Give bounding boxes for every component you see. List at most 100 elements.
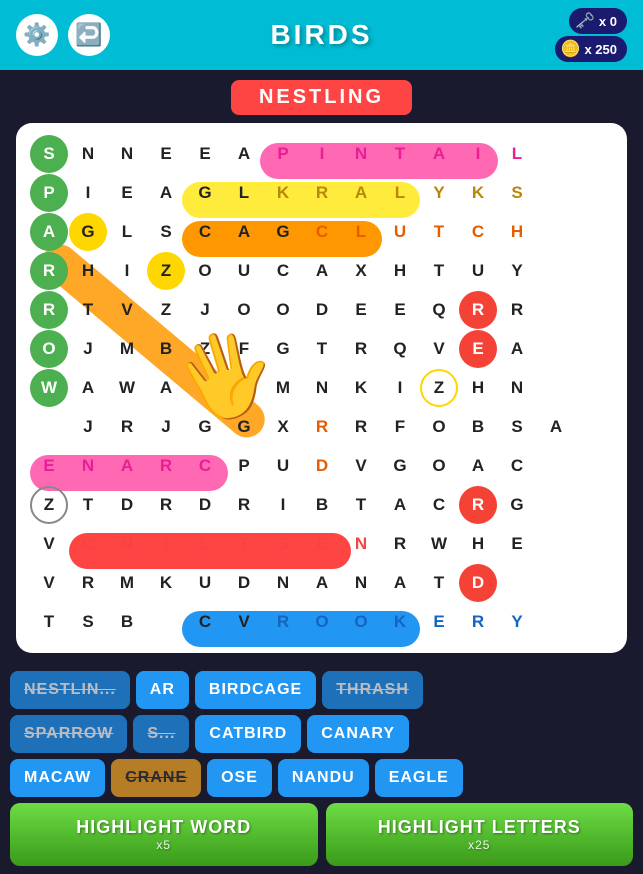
cell-0-7[interactable]: I	[303, 135, 341, 173]
cell-12-10[interactable]: E	[420, 603, 458, 641]
cell-6-5[interactable]: A	[225, 369, 263, 407]
cell-7-8[interactable]: R	[342, 408, 380, 446]
chip-sparrow[interactable]: SPARROW	[10, 715, 127, 753]
cell-1-11[interactable]: K	[459, 174, 497, 212]
cell-12-11[interactable]: R	[459, 603, 497, 641]
cell-2-10[interactable]: T	[420, 213, 458, 251]
cell-0-9[interactable]: T	[381, 135, 419, 173]
cell-4-9[interactable]: E	[381, 291, 419, 329]
cell-12-2[interactable]: B	[108, 603, 146, 641]
cell-8-1[interactable]: N	[69, 447, 107, 485]
cell-8-8[interactable]: V	[342, 447, 380, 485]
cell-10-0[interactable]: V	[30, 525, 68, 563]
cell-9-3[interactable]: R	[147, 486, 185, 524]
cell-9-10[interactable]: C	[420, 486, 458, 524]
cell-10-9[interactable]: R	[381, 525, 419, 563]
cell-12-1[interactable]: S	[69, 603, 107, 641]
cell-7-0[interactable]	[30, 408, 68, 446]
cell-12-3[interactable]	[147, 603, 185, 641]
cell-11-4[interactable]: U	[186, 564, 224, 602]
cell-11-10[interactable]: T	[420, 564, 458, 602]
chip-ar[interactable]: AR	[136, 671, 189, 709]
cell-5-6[interactable]: G	[264, 330, 302, 368]
cell-5-0[interactable]: O	[30, 330, 68, 368]
cell-7-4[interactable]: G	[186, 408, 224, 446]
cell-4-3[interactable]: Z	[147, 291, 185, 329]
chip-nandu[interactable]: NANDU	[278, 759, 369, 797]
cell-11-9[interactable]: A	[381, 564, 419, 602]
cell-5-4[interactable]: Z	[186, 330, 224, 368]
cell-7-12[interactable]: S	[498, 408, 536, 446]
cell-9-9[interactable]: A	[381, 486, 419, 524]
chip-catbird[interactable]: CATBIRD	[195, 715, 301, 753]
highlight-word-button[interactable]: HIGHLIGHT WORD x5	[10, 803, 318, 866]
cell-11-6[interactable]: N	[264, 564, 302, 602]
chip-nestling[interactable]: NESTLIN...	[10, 671, 130, 709]
cell-7-6[interactable]: X	[264, 408, 302, 446]
cell-4-1[interactable]: T	[69, 291, 107, 329]
cell-6-0[interactable]: W	[30, 369, 68, 407]
cell-9-1[interactable]: T	[69, 486, 107, 524]
cell-4-10[interactable]: Q	[420, 291, 458, 329]
cell-0-3[interactable]: E	[147, 135, 185, 173]
cell-5-2[interactable]: M	[108, 330, 146, 368]
cell-3-7[interactable]: A	[303, 252, 341, 290]
cell-12-12[interactable]: Y	[498, 603, 536, 641]
cell-7-9[interactable]: F	[381, 408, 419, 446]
cell-3-0[interactable]: R	[30, 252, 68, 290]
cell-1-3[interactable]: A	[147, 174, 185, 212]
cell-11-2[interactable]: M	[108, 564, 146, 602]
chip-birdcage[interactable]: BIRDCAGE	[195, 671, 316, 709]
cell-9-6[interactable]: I	[264, 486, 302, 524]
cell-10-5[interactable]: T	[225, 525, 263, 563]
cell-2-12[interactable]: H	[498, 213, 536, 251]
cell-5-11[interactable]: E	[459, 330, 497, 368]
chip-thrash[interactable]: THRASH	[322, 671, 423, 709]
cell-11-7[interactable]: A	[303, 564, 341, 602]
cell-11-3[interactable]: K	[147, 564, 185, 602]
cell-9-2[interactable]: D	[108, 486, 146, 524]
cell-2-4[interactable]: C	[186, 213, 224, 251]
back-button[interactable]: ↩️	[68, 14, 110, 56]
cell-12-6[interactable]: R	[264, 603, 302, 641]
cell-8-0[interactable]: E	[30, 447, 68, 485]
cell-12-9[interactable]: K	[381, 603, 419, 641]
cell-8-7[interactable]: D	[303, 447, 341, 485]
cell-2-2[interactable]: L	[108, 213, 146, 251]
chip-eagle[interactable]: EAGLE	[375, 759, 463, 797]
cell-1-1[interactable]: I	[69, 174, 107, 212]
cell-8-11[interactable]: A	[459, 447, 497, 485]
cell-10-8[interactable]: N	[342, 525, 380, 563]
cell-1-12[interactable]: S	[498, 174, 536, 212]
cell-10-11[interactable]: H	[459, 525, 497, 563]
cell-7-5[interactable]: G	[225, 408, 263, 446]
chip-macaw[interactable]: MACAW	[10, 759, 105, 797]
cell-11-11[interactable]: D	[459, 564, 497, 602]
cell-3-9[interactable]: H	[381, 252, 419, 290]
cell-7-2[interactable]: R	[108, 408, 146, 446]
cell-2-11[interactable]: C	[459, 213, 497, 251]
cell-4-12[interactable]: R	[498, 291, 536, 329]
cell-6-4[interactable]: C	[186, 369, 224, 407]
cell-12-4[interactable]: C	[186, 603, 224, 641]
cell-3-11[interactable]: U	[459, 252, 497, 290]
cell-3-2[interactable]: I	[108, 252, 146, 290]
cell-1-7[interactable]: R	[303, 174, 341, 212]
cell-5-1[interactable]: J	[69, 330, 107, 368]
cell-12-8[interactable]: O	[342, 603, 380, 641]
cell-3-1[interactable]: H	[69, 252, 107, 290]
cell-2-7[interactable]: C	[303, 213, 341, 251]
cell-9-5[interactable]: R	[225, 486, 263, 524]
cell-6-2[interactable]: W	[108, 369, 146, 407]
cell-3-12[interactable]: Y	[498, 252, 536, 290]
cell-0-2[interactable]: N	[108, 135, 146, 173]
cell-1-9[interactable]: L	[381, 174, 419, 212]
cell-4-5[interactable]: O	[225, 291, 263, 329]
cell-6-7[interactable]: N	[303, 369, 341, 407]
cell-3-3[interactable]: Z	[147, 252, 185, 290]
cell-4-8[interactable]: E	[342, 291, 380, 329]
cell-11-0[interactable]: V	[30, 564, 68, 602]
cell-9-12[interactable]: G	[498, 486, 536, 524]
cell-1-2[interactable]: E	[108, 174, 146, 212]
cell-4-11[interactable]: R	[459, 291, 497, 329]
